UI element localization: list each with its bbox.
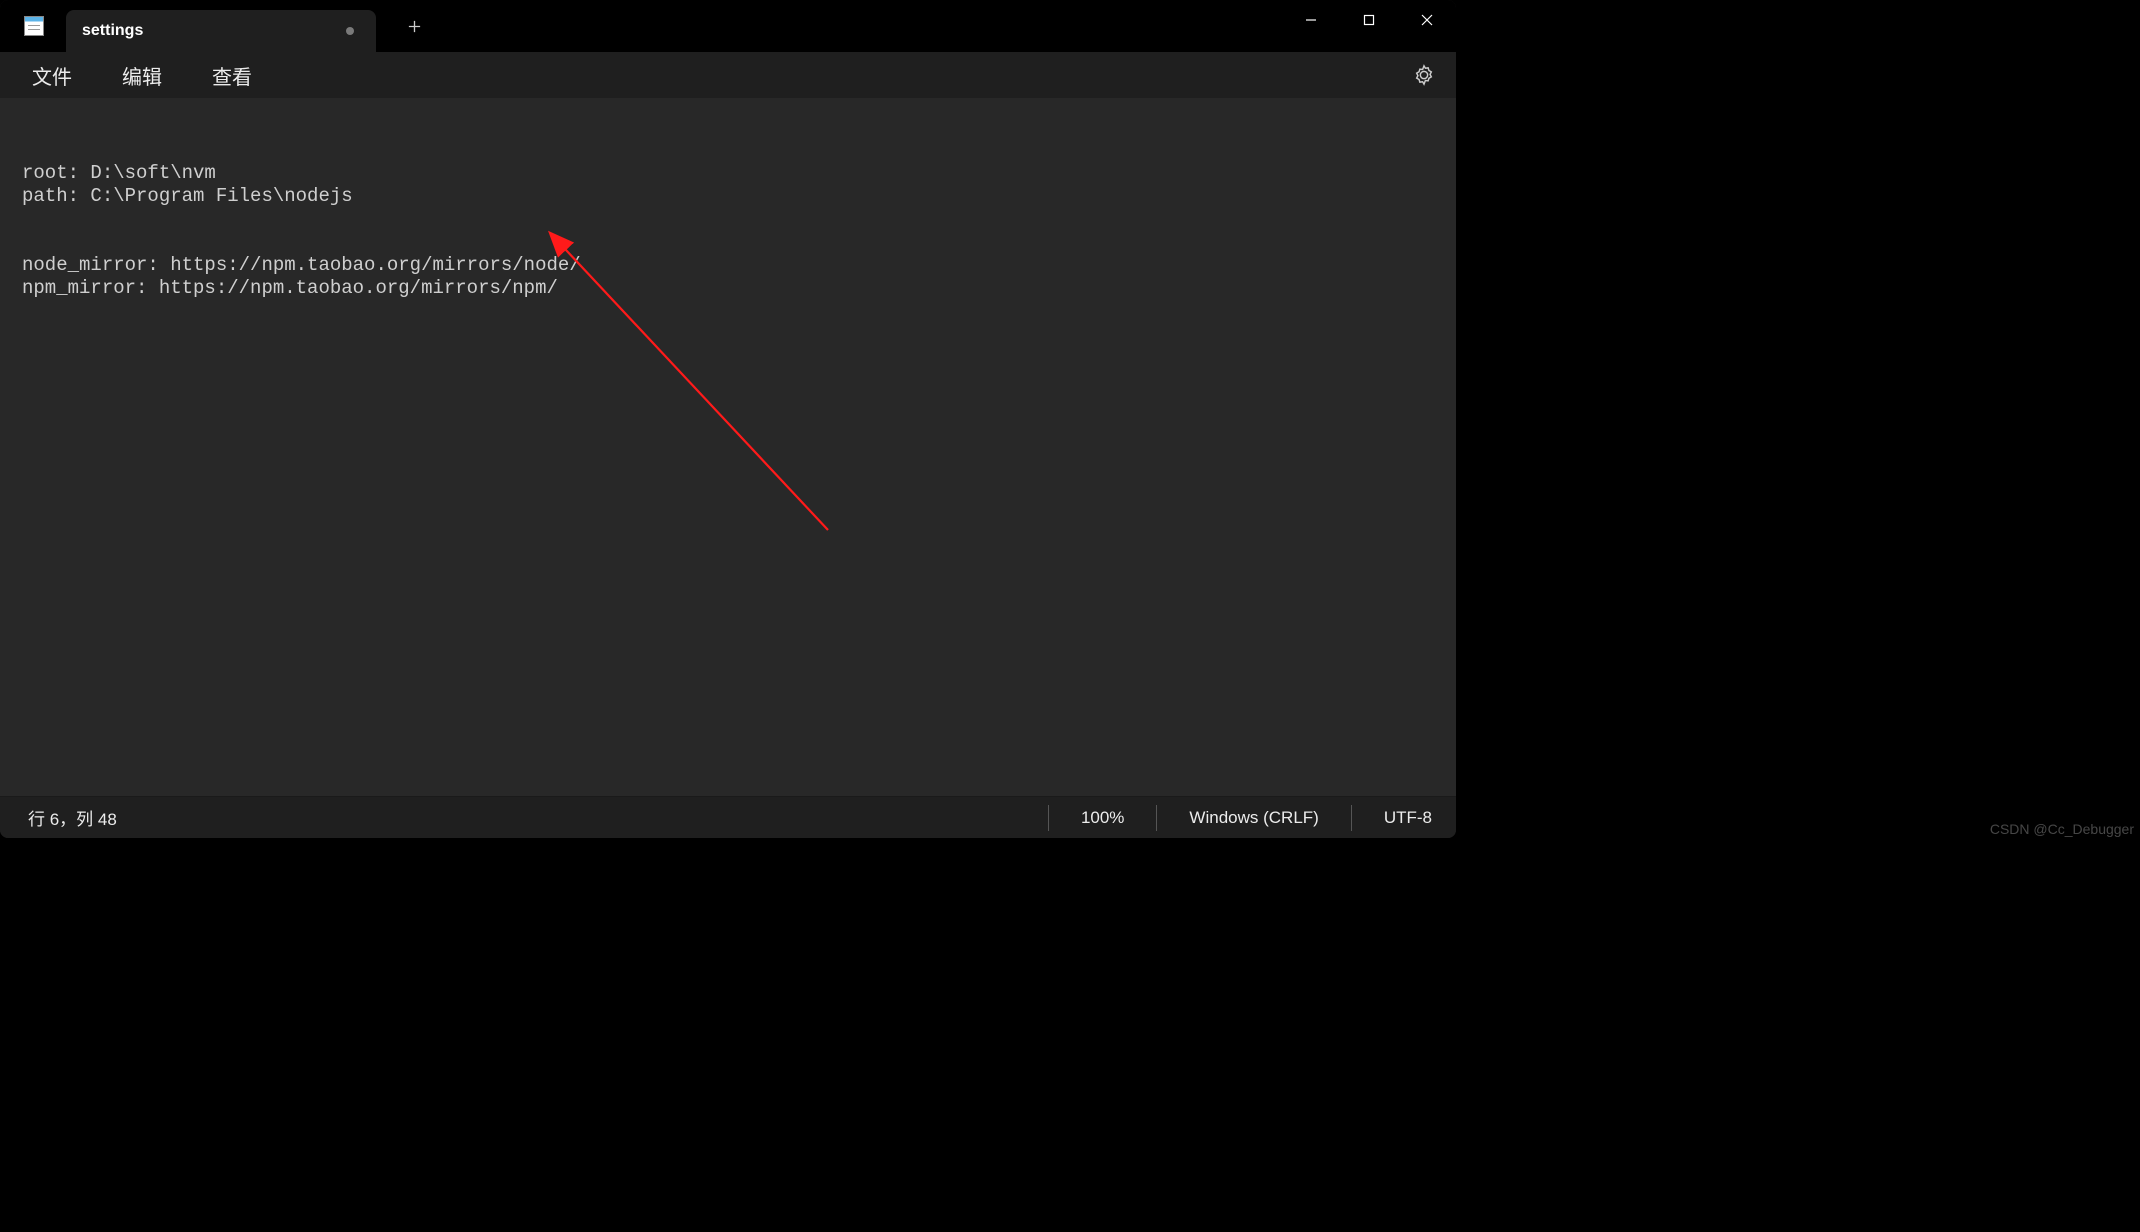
status-separator: [1156, 805, 1157, 831]
editor-line: [22, 208, 1434, 231]
menu-file[interactable]: 文件: [16, 55, 88, 96]
editor-line: root: D:\soft\nvm: [22, 162, 1434, 185]
maximize-button[interactable]: [1340, 0, 1398, 40]
app-window: settings: [0, 0, 1456, 838]
window-controls: [1282, 0, 1456, 40]
document-tab[interactable]: settings: [66, 10, 376, 52]
gear-icon: [1413, 64, 1435, 86]
notepad-icon: [24, 16, 44, 36]
watermark-text: CSDN @Cc_Debugger: [1990, 821, 2134, 837]
status-zoom[interactable]: 100%: [1077, 808, 1128, 828]
status-cursor-position: 行 6，列 48: [20, 805, 1020, 830]
settings-button[interactable]: [1410, 61, 1438, 89]
maximize-icon: [1362, 13, 1376, 27]
editor-content: root: D:\soft\nvmpath: C:\Program Files\…: [22, 162, 1434, 300]
menu-edit[interactable]: 编辑: [106, 55, 178, 96]
new-tab-button[interactable]: [394, 6, 434, 46]
status-line-ending[interactable]: Windows (CRLF): [1185, 808, 1322, 828]
minimize-button[interactable]: [1282, 0, 1340, 40]
editor-line: node_mirror: https://npm.taobao.org/mirr…: [22, 254, 1434, 277]
status-separator: [1048, 805, 1049, 831]
titlebar: settings: [0, 0, 1456, 52]
editor-area[interactable]: root: D:\soft\nvmpath: C:\Program Files\…: [0, 98, 1456, 796]
plus-icon: [407, 19, 422, 34]
tab-modified-indicator: [346, 27, 354, 35]
editor-line: path: C:\Program Files\nodejs: [22, 185, 1434, 208]
close-icon: [1420, 13, 1434, 27]
editor-line: [22, 231, 1434, 254]
close-button[interactable]: [1398, 0, 1456, 40]
tab-title: settings: [82, 22, 143, 40]
editor-line: npm_mirror: https://npm.taobao.org/mirro…: [22, 277, 1434, 300]
status-encoding[interactable]: UTF-8: [1380, 808, 1436, 828]
menubar: 文件 编辑 查看: [0, 52, 1456, 98]
status-separator: [1351, 805, 1352, 831]
statusbar: 行 6，列 48 100% Windows (CRLF) UTF-8: [0, 796, 1456, 838]
minimize-icon: [1304, 13, 1318, 27]
menu-view[interactable]: 查看: [196, 55, 268, 96]
